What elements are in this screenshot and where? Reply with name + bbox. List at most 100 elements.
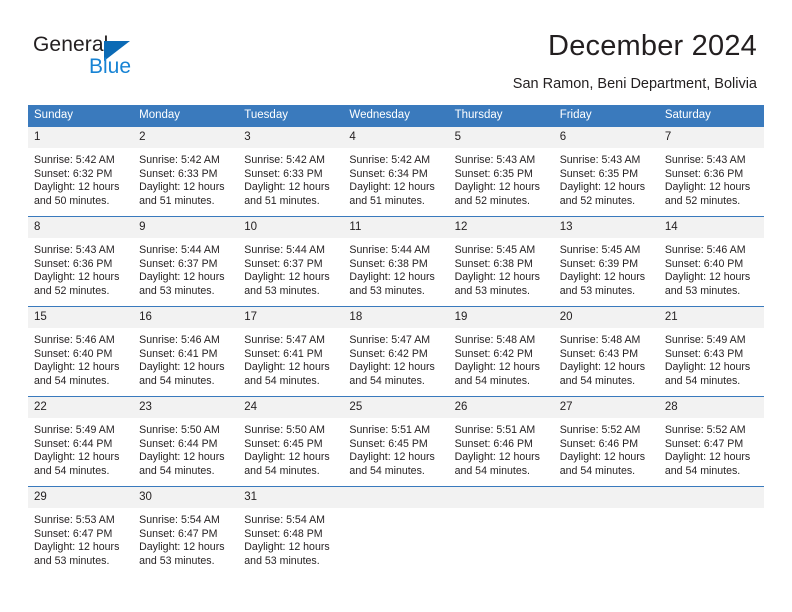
day-details: Sunrise: 5:48 AM Sunset: 6:43 PM Daylight:…	[554, 328, 659, 388]
calendar-day-cell[interactable]: 14 Sunrise: 5:46 AM Sunset: 6:40 PM Dayligh…	[658, 216, 764, 307]
daylight-duration-line1: Daylight: 12 hours	[244, 271, 330, 284]
calendar-day-cell[interactable]: 5 Sunrise: 5:43 AM Sunset: 6:35 PM Daylight…	[448, 126, 554, 217]
calendar-day-cell[interactable]: 3 Sunrise: 5:42 AM Sunset: 6:33 PM Daylight…	[238, 126, 344, 217]
calendar-page: General Blue December 2024 San Ramon, Be…	[0, 0, 792, 612]
calendar-day-cell[interactable]: 18 Sunrise: 5:47 AM Sunset: 6:42 PM Dayligh…	[343, 306, 449, 397]
sunset-time: Sunset: 6:36 PM	[664, 167, 744, 180]
daylight-duration-line2: and 54 minutes.	[349, 374, 425, 387]
calendar-day-cell[interactable]: 27 Sunrise: 5:52 AM Sunset: 6:46 PM Dayligh…	[553, 396, 659, 487]
calendar-week-row: 15 Sunrise: 5:46 AM Sunset: 6:40 PM Dayligh…	[28, 306, 764, 397]
sunset-time: Sunset: 6:37 PM	[139, 257, 218, 270]
calendar-day-cell[interactable]: 8 Sunrise: 5:43 AM Sunset: 6:36 PM Daylight…	[28, 216, 134, 307]
calendar-day-cell[interactable]: 29 Sunrise: 5:53 AM Sunset: 6:47 PM Dayligh…	[28, 486, 134, 576]
sunrise-time: Sunrise: 5:48 AM	[559, 334, 641, 346]
sunrise-time: Sunrise: 5:42 AM	[139, 154, 220, 166]
calendar-day-cell[interactable]: 19 Sunrise: 5:48 AM Sunset: 6:42 PM Dayligh…	[448, 306, 554, 397]
daylight-duration-line2: and 51 minutes.	[349, 194, 425, 207]
sunrise-time: Sunrise: 5:43 AM	[454, 154, 536, 166]
sunset-time: Sunset: 6:47 PM	[139, 527, 218, 540]
calendar-day-cell[interactable]: 6 Sunrise: 5:43 AM Sunset: 6:35 PM Daylight…	[553, 126, 659, 217]
daylight-duration-line1: Daylight: 12 hours	[454, 181, 540, 194]
calendar-day-cell[interactable]: 7 Sunrise: 5:43 AM Sunset: 6:36 PM Daylight…	[658, 126, 764, 217]
daylight-duration-line1: Daylight: 12 hours	[559, 361, 646, 374]
calendar-day-cell[interactable]: 23 Sunrise: 5:50 AM Sunset: 6:44 PM Dayligh…	[133, 396, 239, 487]
day-number	[448, 487, 554, 508]
calendar-day-cell[interactable]: 31 Sunrise: 5:54 AM Sunset: 6:48 PM Dayligh…	[238, 486, 344, 576]
day-number: 17	[238, 307, 344, 328]
sunrise-time: Sunrise: 5:46 AM	[34, 334, 115, 346]
calendar-day-cell[interactable]: 16 Sunrise: 5:46 AM Sunset: 6:41 PM Dayligh…	[133, 306, 239, 397]
daylight-duration-line2: and 54 minutes.	[559, 464, 636, 477]
daylight-duration-line1: Daylight: 12 hours	[244, 451, 330, 464]
calendar-day-cell[interactable]: 30 Sunrise: 5:54 AM Sunset: 6:47 PM Dayligh…	[133, 486, 239, 576]
calendar-day-cell[interactable]: 4 Sunrise: 5:42 AM Sunset: 6:34 PM Daylight…	[343, 126, 449, 217]
sunrise-time: Sunrise: 5:51 AM	[349, 424, 431, 436]
daylight-duration-line2: and 54 minutes.	[454, 374, 530, 387]
sunset-time: Sunset: 6:42 PM	[349, 347, 428, 360]
sunset-time: Sunset: 6:38 PM	[349, 257, 428, 270]
day-details: Sunrise: 5:42 AM Sunset: 6:32 PM Daylight:…	[28, 148, 133, 208]
day-number: 6	[553, 127, 659, 148]
page-subtitle: San Ramon, Beni Department, Bolivia	[512, 76, 757, 92]
daylight-duration-line1: Daylight: 12 hours	[34, 541, 120, 554]
calendar-day-cell[interactable]: 13 Sunrise: 5:45 AM Sunset: 6:39 PM Dayligh…	[553, 216, 659, 307]
sunset-time: Sunset: 6:38 PM	[454, 257, 533, 270]
weekday-header-tuesday: Tuesday	[238, 105, 344, 127]
daylight-duration-line2: and 54 minutes.	[349, 464, 425, 477]
calendar-day-cell[interactable]: 24 Sunrise: 5:50 AM Sunset: 6:45 PM Dayligh…	[238, 396, 344, 487]
calendar-day-cell[interactable]: 26 Sunrise: 5:51 AM Sunset: 6:46 PM Dayligh…	[448, 396, 554, 487]
sunrise-time: Sunrise: 5:54 AM	[244, 514, 325, 526]
calendar-day-cell[interactable]: 1 Sunrise: 5:42 AM Sunset: 6:32 PM Daylight…	[28, 126, 134, 217]
day-number	[553, 487, 659, 508]
day-number: 3	[238, 127, 344, 148]
daylight-duration-line1: Daylight: 12 hours	[34, 451, 120, 464]
daylight-duration-line2: and 54 minutes.	[664, 374, 741, 387]
sunset-time: Sunset: 6:40 PM	[664, 257, 744, 270]
sunrise-time: Sunrise: 5:44 AM	[349, 244, 431, 256]
sunset-time: Sunset: 6:35 PM	[559, 167, 639, 180]
calendar-day-cell[interactable]: 25 Sunrise: 5:51 AM Sunset: 6:45 PM Dayligh…	[343, 396, 449, 487]
day-details: Sunrise: 5:46 AM Sunset: 6:40 PM Daylight:…	[659, 238, 764, 298]
day-details: Sunrise: 5:49 AM Sunset: 6:43 PM Daylight:…	[659, 328, 764, 388]
calendar-day-cell[interactable]: 15 Sunrise: 5:46 AM Sunset: 6:40 PM Dayligh…	[28, 306, 134, 397]
daylight-duration-line2: and 53 minutes.	[139, 554, 215, 567]
day-details: Sunrise: 5:42 AM Sunset: 6:34 PM Daylight:…	[343, 148, 448, 208]
daylight-duration-line2: and 54 minutes.	[139, 374, 215, 387]
day-number: 22	[28, 397, 134, 418]
day-details: Sunrise: 5:46 AM Sunset: 6:41 PM Daylight:…	[133, 328, 238, 388]
day-number: 12	[448, 217, 554, 238]
day-number: 24	[238, 397, 344, 418]
calendar-day-cell[interactable]: 11 Sunrise: 5:44 AM Sunset: 6:38 PM Dayligh…	[343, 216, 449, 307]
daylight-duration-line1: Daylight: 12 hours	[349, 271, 435, 284]
day-details: Sunrise: 5:44 AM Sunset: 6:37 PM Daylight:…	[238, 238, 343, 298]
daylight-duration-line1: Daylight: 12 hours	[244, 181, 330, 194]
day-number: 20	[553, 307, 659, 328]
sunset-time: Sunset: 6:40 PM	[34, 347, 113, 360]
sunset-time: Sunset: 6:44 PM	[34, 437, 113, 450]
calendar-day-cell[interactable]: 21 Sunrise: 5:49 AM Sunset: 6:43 PM Dayligh…	[658, 306, 764, 397]
daylight-duration-line2: and 50 minutes.	[34, 194, 110, 207]
calendar-day-cell[interactable]: 9 Sunrise: 5:44 AM Sunset: 6:37 PM Daylight…	[133, 216, 239, 307]
calendar-day-cell[interactable]: 20 Sunrise: 5:48 AM Sunset: 6:43 PM Dayligh…	[553, 306, 659, 397]
calendar-day-cell[interactable]: 10 Sunrise: 5:44 AM Sunset: 6:37 PM Dayligh…	[238, 216, 344, 307]
brand-logo[interactable]: General Blue	[33, 33, 213, 83]
sunrise-time: Sunrise: 5:42 AM	[244, 154, 325, 166]
calendar-day-cell[interactable]: 17 Sunrise: 5:47 AM Sunset: 6:41 PM Dayligh…	[238, 306, 344, 397]
sunset-time: Sunset: 6:47 PM	[664, 437, 744, 450]
day-number: 15	[28, 307, 134, 328]
day-details: Sunrise: 5:42 AM Sunset: 6:33 PM Daylight:…	[133, 148, 238, 208]
calendar-day-cell[interactable]: 22 Sunrise: 5:49 AM Sunset: 6:44 PM Dayligh…	[28, 396, 134, 487]
page-title: December 2024	[548, 30, 757, 62]
calendar-day-cell[interactable]: 12 Sunrise: 5:45 AM Sunset: 6:38 PM Dayligh…	[448, 216, 554, 307]
daylight-duration-line1: Daylight: 12 hours	[349, 181, 435, 194]
day-details: Sunrise: 5:52 AM Sunset: 6:46 PM Daylight:…	[554, 418, 659, 478]
calendar-day-cell[interactable]: 2 Sunrise: 5:42 AM Sunset: 6:33 PM Daylight…	[133, 126, 239, 217]
day-number: 31	[238, 487, 344, 508]
calendar-day-cell[interactable]: 28 Sunrise: 5:52 AM Sunset: 6:47 PM Dayligh…	[658, 396, 764, 487]
sunset-time: Sunset: 6:44 PM	[139, 437, 218, 450]
day-details: Sunrise: 5:54 AM Sunset: 6:47 PM Daylight:…	[133, 508, 238, 568]
daylight-duration-line2: and 52 minutes.	[34, 284, 110, 297]
daylight-duration-line2: and 54 minutes.	[244, 464, 320, 477]
weekday-header-saturday: Saturday	[658, 105, 764, 127]
day-details: Sunrise: 5:51 AM Sunset: 6:46 PM Daylight:…	[449, 418, 554, 478]
